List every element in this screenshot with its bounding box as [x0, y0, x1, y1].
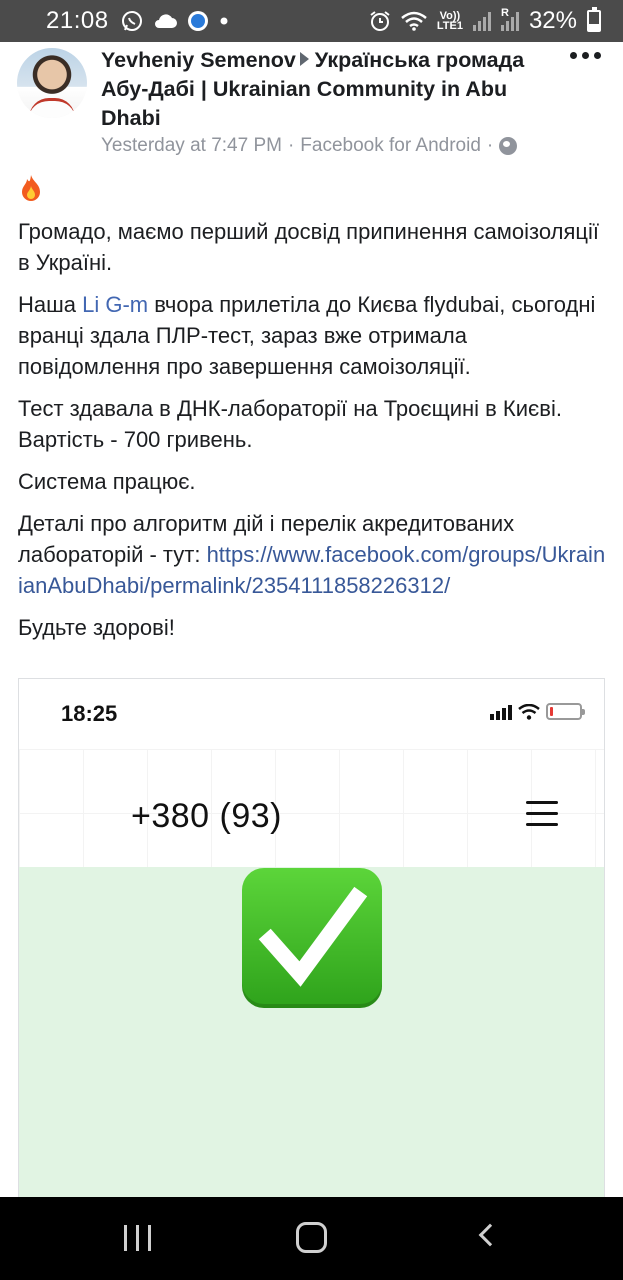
post-paragraph: Наша Li G-m вчора прилетіла до Києва fly… [18, 289, 608, 382]
wifi-icon [518, 704, 540, 720]
embedded-app-header: +380 (93) [19, 749, 604, 867]
signal-icon [472, 11, 491, 31]
post-source: Facebook for Android [300, 135, 481, 156]
post-paragraph: Деталі про алгоритм дій і перелік акреди… [18, 508, 608, 601]
volte-icon: Vo)) LTE1 [436, 11, 463, 32]
battery-percent: 32% [528, 7, 577, 34]
embedded-phone-number: +380 (93) [131, 797, 282, 835]
status-time: 21:08 [46, 7, 109, 34]
post-meta: Yesterday at 7:47 PM · Facebook for Andr… [101, 135, 518, 157]
avatar[interactable] [17, 48, 87, 118]
post-text-3: Тест здавала в ДНК-лабораторії на Троєщи… [18, 396, 562, 452]
check-mark-icon [242, 868, 382, 1008]
recent-apps-button[interactable] [124, 1225, 151, 1251]
dot-icon [219, 16, 229, 26]
menu-icon [526, 801, 558, 834]
author-name-link[interactable]: Yevheniy Semenov [101, 48, 296, 72]
whatsapp-icon [121, 10, 143, 32]
post-text-1: Громадо, маємо перший досвід припинення … [18, 219, 599, 275]
embedded-time: 18:25 [61, 701, 118, 726]
post-image[interactable]: 18:25 +380 (93) [18, 678, 605, 1218]
post-paragraph: Система працює. [18, 466, 608, 497]
roaming-label: R [500, 7, 509, 19]
post-text-6: Будьте здорові! [18, 615, 175, 640]
post-paragraph: Будьте здорові! [18, 612, 608, 643]
back-button[interactable] [478, 1223, 502, 1247]
embedded-status-bar: 18:25 [19, 679, 604, 749]
cloud-icon [153, 13, 177, 29]
mention-link[interactable]: Li G-m [82, 292, 148, 317]
roaming-signal-icon: R [500, 7, 519, 31]
status-bar: 21:08 Vo)) LTE1 R 32% [0, 0, 623, 42]
post-paragraph: Тест здавала в ДНК-лабораторії на Троєщи… [18, 393, 608, 455]
arrow-right-icon [299, 52, 309, 66]
dot-icon [594, 52, 601, 59]
signal-icon [490, 705, 512, 720]
wifi-icon [401, 11, 427, 31]
post-timestamp[interactable]: Yesterday at 7:47 PM [101, 135, 282, 157]
dot-icon [582, 52, 589, 59]
globe-icon [499, 137, 518, 155]
post-author-line: Yevheniy Semenov Українська громада Абу-Д… [101, 46, 551, 133]
volte-bottom-label: LTE1 [436, 20, 463, 32]
meta-separator: · [287, 135, 295, 156]
post-body: Громадо, маємо перший досвід припинення … [18, 174, 608, 654]
more-options-button[interactable] [570, 52, 601, 59]
alarm-icon [369, 10, 391, 32]
post-text-2a: Наша [18, 292, 83, 317]
post-text-4: Система працює. [18, 469, 196, 494]
ukraine-flag-icon [46, 178, 76, 200]
home-button[interactable] [296, 1222, 327, 1253]
post-paragraph [18, 174, 608, 205]
fire-icon [22, 175, 40, 201]
imo-icon [187, 10, 209, 32]
dot-icon [570, 52, 577, 59]
meta-separator-2: · [486, 135, 494, 156]
post-header: Yevheniy Semenov Українська громада Абу-Д… [0, 44, 623, 164]
battery-icon [587, 7, 601, 32]
battery-icon [546, 703, 585, 720]
navigation-bar [0, 1197, 623, 1280]
